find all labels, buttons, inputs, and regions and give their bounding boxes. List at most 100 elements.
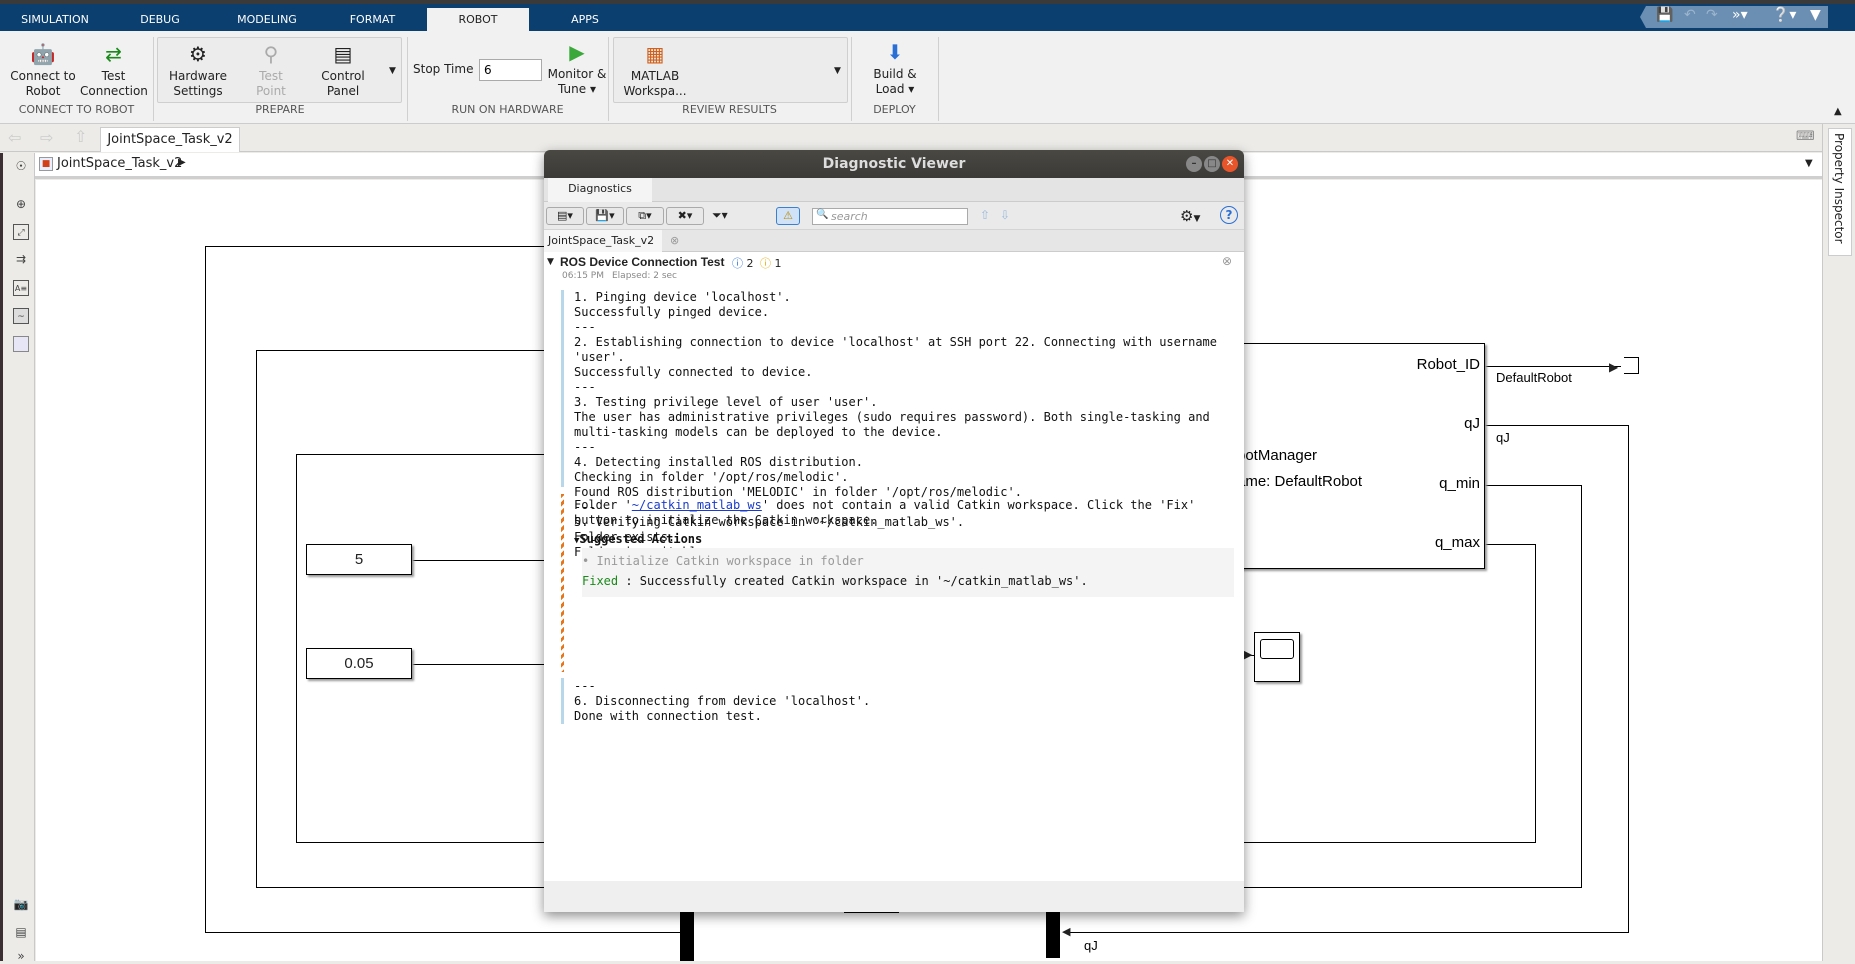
model-diagnostics-tab[interactable]: JointSpace_Task_v2 ⊗ xyxy=(544,230,679,252)
port-qj: qJ xyxy=(1464,415,1480,432)
image-icon[interactable]: ~ xyxy=(13,308,29,324)
connection-arrows-icon: ⇄ xyxy=(105,42,122,66)
close-tab-icon[interactable]: ⊗ xyxy=(670,230,679,252)
control-panel-icon: ▤ xyxy=(333,42,353,66)
search-input[interactable]: search xyxy=(812,208,968,225)
keyboard-icon[interactable]: ⌨ xyxy=(1796,129,1815,144)
hide-explorer-icon[interactable]: ☉ xyxy=(13,158,29,174)
demux-bar[interactable] xyxy=(1046,912,1060,958)
play-icon: ▶ xyxy=(569,40,585,64)
arrowhead-icon: ◀ xyxy=(1062,925,1071,938)
model-browser-icon[interactable]: ▤ xyxy=(13,924,29,940)
dialog-title[interactable]: Diagnostic Viewer – □ ✕ xyxy=(544,150,1244,178)
info-count: ⓘ 2 xyxy=(732,257,754,270)
minimize-icon[interactable]: – xyxy=(1186,156,1202,172)
signal-line xyxy=(256,350,257,888)
screenshot-icon[interactable]: 📷 xyxy=(13,896,29,912)
breadcrumb-arrow-icon[interactable]: ▶ xyxy=(178,157,186,168)
previous-arrow-icon[interactable]: ⇧ xyxy=(980,208,990,222)
control-panel-button[interactable]: ▤ Control Panel xyxy=(314,42,372,99)
save-icon[interactable]: 💾 xyxy=(1656,7,1673,23)
tab-diagnostics[interactable]: Diagnostics xyxy=(548,178,652,202)
signal-label: DefaultRobot xyxy=(1496,370,1572,385)
log-text: --- 6. Disconnecting from device 'localh… xyxy=(574,679,871,723)
robot-icon: 🤖 xyxy=(30,42,56,66)
warnings-toggle-icon[interactable]: ⚠ xyxy=(776,207,800,225)
ribbon-tab-bar: SIMULATION DEBUG MODELING FORMAT ROBOT A… xyxy=(0,0,1855,35)
action-item: • Initialize Catkin workspace in folder xyxy=(582,554,864,568)
constant-block-0.05[interactable]: 0.05 xyxy=(306,648,412,679)
undo-icon[interactable]: ↶ xyxy=(1684,7,1696,23)
warning-text: Folder '~/catkin_matlab_ws' does not con… xyxy=(574,498,1196,527)
signal-line xyxy=(296,454,545,455)
signal-line xyxy=(1064,932,1629,933)
settings-gear-icon[interactable]: ⚙▼ xyxy=(1180,207,1200,225)
timestamp: 06:15 PM xyxy=(562,271,604,281)
hardware-settings-button[interactable]: ⚙ Hardware Settings xyxy=(166,42,230,99)
port-q-max: q_max xyxy=(1434,534,1480,551)
dismiss-entry-icon[interactable]: ⊗ xyxy=(1222,254,1232,268)
copy-icon[interactable]: ⧉▾ xyxy=(626,207,664,225)
port-robot-id: Robot_ID xyxy=(1416,356,1480,373)
help-icon[interactable]: ❔▾ xyxy=(1772,7,1796,23)
signal-label: qJ xyxy=(1084,938,1098,953)
maximize-icon[interactable]: □ xyxy=(1204,156,1220,172)
breadcrumb[interactable]: JointSpace_Task_v2 xyxy=(57,156,182,171)
signal-line xyxy=(205,246,545,247)
minimize-ribbon-icon[interactable]: ▼ xyxy=(1810,7,1821,23)
expand-icon[interactable]: » xyxy=(13,948,29,964)
matlab-icon: ▦ xyxy=(645,42,665,66)
close-icon[interactable]: ✕ xyxy=(1222,156,1238,172)
diagnostic-viewer-dialog: Diagnostic Viewer – □ ✕ Diagnostics ▤▾ 💾… xyxy=(544,150,1244,912)
test-connection-button[interactable]: ⇄ Test Connection xyxy=(80,42,148,99)
constant-block-5[interactable]: 5 xyxy=(306,544,412,575)
monitor-tune-button[interactable]: ▶ Monitor & Tune ▾ xyxy=(546,40,608,97)
signal-line xyxy=(1485,485,1581,486)
review-more-dropdown[interactable]: ▼ xyxy=(834,66,841,76)
stop-time-input[interactable] xyxy=(479,59,542,81)
mux-bar[interactable] xyxy=(680,912,694,961)
warning-count: ⓘ 1 xyxy=(760,257,782,270)
connect-to-robot-button[interactable]: 🤖 Connect to Robot xyxy=(6,42,80,99)
build-load-button[interactable]: ⬇ Build & Load ▾ xyxy=(866,40,924,97)
terminator-block[interactable] xyxy=(1624,357,1639,374)
arrowhead-icon: ▶ xyxy=(1244,648,1253,661)
test-point-button[interactable]: ⚲ Test Point xyxy=(248,42,294,99)
suggested-actions-header[interactable]: ▼Suggested Actions xyxy=(574,532,702,549)
save-icon[interactable]: 💾▾ xyxy=(586,207,624,225)
scope-block[interactable] xyxy=(1254,632,1300,682)
navigation-bar: ⇦ ⇨ ⇧ JointSpace_Task_v2 ⌨ xyxy=(0,124,1822,152)
group-label-prepare: PREPARE xyxy=(255,103,305,116)
up-arrow-icon[interactable]: ⇧ xyxy=(74,127,87,146)
area-icon[interactable] xyxy=(13,336,29,352)
collapse-icon[interactable]: ▼ xyxy=(547,257,554,267)
help-icon[interactable]: ? xyxy=(1220,206,1238,224)
signal-line xyxy=(205,246,206,933)
diagnostics-content: ▼ ROS Device Connection Test ⓘ 2 ⓘ 1 06:… xyxy=(544,252,1244,881)
build-download-icon: ⬇ xyxy=(886,40,904,64)
clear-icon[interactable]: ✖▾ xyxy=(666,207,704,225)
filter-icon[interactable]: ⏷▾ xyxy=(712,208,728,223)
model-tab[interactable]: JointSpace_Task_v2 xyxy=(100,127,240,152)
group-label-deploy: DEPLOY xyxy=(873,103,916,116)
property-inspector-tab[interactable]: Property Inspector xyxy=(1828,128,1852,256)
forward-arrow-icon[interactable]: ⇨ xyxy=(40,128,53,147)
prepare-more-dropdown[interactable]: ▼ xyxy=(389,66,396,76)
breadcrumb-dropdown-icon[interactable]: ▼ xyxy=(1805,158,1813,169)
route-lines-icon[interactable]: ⇉ xyxy=(13,251,29,267)
zoom-icon[interactable]: ⊕ xyxy=(13,196,29,212)
next-arrow-icon[interactable]: ⇩ xyxy=(1000,208,1010,222)
back-arrow-icon[interactable]: ⇦ xyxy=(8,128,21,147)
matlab-workspace-button[interactable]: ▦ MATLAB Workspa... xyxy=(620,42,690,99)
view-options-icon[interactable]: ▤▾ xyxy=(546,207,584,225)
signal-line xyxy=(1485,544,1536,545)
workspace-link[interactable]: ~/catkin_matlab_ws xyxy=(632,498,762,512)
model-icon: ■ xyxy=(39,157,53,171)
ribbon-collapse-icon[interactable]: ▲ xyxy=(1834,106,1842,117)
fit-view-icon[interactable]: ⤢ xyxy=(13,224,29,240)
block-text: botManager xyxy=(1237,447,1318,464)
annotation-icon[interactable]: A≡ xyxy=(13,280,29,296)
entry-title: ROS Device Connection Test xyxy=(560,255,725,269)
shortcut-icon[interactable]: »▾ xyxy=(1732,7,1748,23)
redo-icon[interactable]: ↷ xyxy=(1706,7,1718,23)
